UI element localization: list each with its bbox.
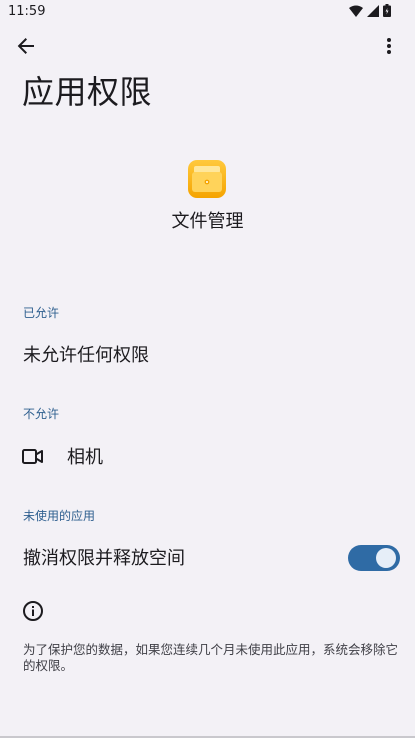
section-label-denied: 不允许 xyxy=(23,407,60,421)
more-options-button[interactable] xyxy=(373,32,405,64)
toggle-knob xyxy=(376,548,396,568)
page-title: 应用权限 xyxy=(22,73,153,111)
status-bar: 11:59 xyxy=(0,0,415,24)
permission-item-camera[interactable]: 相机 xyxy=(0,436,415,480)
battery-icon xyxy=(383,4,391,17)
app-permissions-screen: 11:59 应用权限 文件管理 已允许 未允许任何权限 不允许 相机 未使用的应… xyxy=(0,0,415,738)
app-name: 文件管理 xyxy=(171,211,244,232)
revoke-permissions-label: 撤消权限并释放空间 xyxy=(23,548,185,569)
revoke-permissions-toggle[interactable] xyxy=(348,545,400,571)
wifi-icon xyxy=(349,5,363,17)
status-icons xyxy=(349,4,391,17)
revoke-permissions-row[interactable]: 撤消权限并释放空间 xyxy=(0,538,415,580)
unused-apps-footer-text: 为了保护您的数据，如果您连续几个月未使用此应用，系统会移除它的权限。 xyxy=(23,642,399,673)
file-manager-app-icon xyxy=(188,160,226,198)
status-time: 11:59 xyxy=(8,4,46,19)
allowed-empty-text: 未允许任何权限 xyxy=(23,345,149,366)
section-label-unused: 未使用的应用 xyxy=(23,509,96,523)
camera-icon xyxy=(22,448,44,470)
top-app-bar xyxy=(0,28,415,68)
arrow-back-icon xyxy=(17,37,35,59)
back-button[interactable] xyxy=(10,32,42,64)
signal-icon xyxy=(367,4,379,17)
section-label-allowed: 已允许 xyxy=(23,306,60,320)
info-icon xyxy=(22,600,44,626)
more-vert-icon xyxy=(386,37,392,59)
permission-label-camera: 相机 xyxy=(67,447,103,468)
